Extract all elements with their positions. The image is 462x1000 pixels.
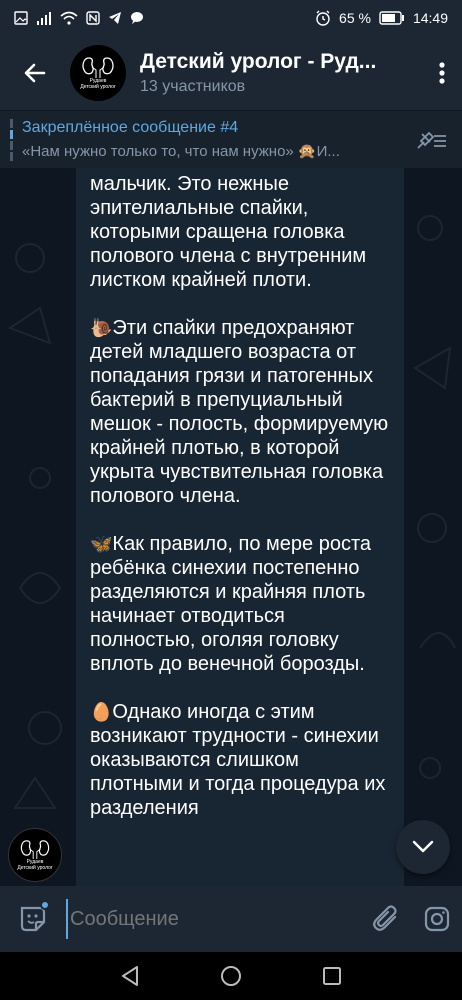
arrow-left-icon — [24, 63, 46, 83]
back-button[interactable] — [0, 36, 70, 110]
member-count: 13 участников — [140, 78, 246, 95]
pinned-title: Закреплённое сообщение #4 — [22, 119, 239, 136]
paperclip-icon — [373, 905, 397, 931]
sender-avatar[interactable]: Рудаев Детский уролог — [8, 828, 62, 882]
battery-icon — [379, 11, 405, 25]
message-input[interactable] — [66, 899, 362, 939]
message-paragraph: 🦋Как правило, по мере роста ребёнка сине… — [90, 533, 371, 675]
egg-emoji: 🥚 — [90, 702, 113, 722]
camera-button[interactable] — [412, 886, 462, 952]
message-paragraph: мальчик. Это нежные эпителиальные спайки… — [90, 173, 367, 291]
instagram-camera-icon — [424, 906, 450, 932]
message-bubble[interactable]: мальчик. Это нежные эпителиальные спайки… — [76, 168, 404, 886]
square-recents-icon — [322, 967, 341, 985]
chat-header: Рудаев Детский уролог Детский уролог - Р… — [0, 36, 462, 110]
pinned-list-button[interactable] — [414, 125, 448, 155]
pinned-indicator — [10, 119, 13, 161]
chat-title-area[interactable]: Детский уролог - Руд... 13 участников — [140, 50, 422, 96]
message-notification-icon — [130, 11, 144, 25]
nav-back-button[interactable] — [110, 956, 150, 996]
nfc-icon — [86, 11, 100, 25]
chat-history[interactable]: мальчик. Это нежные эпителиальные спайки… — [0, 168, 462, 886]
sender-avatar-caption-2: Детский уролог — [17, 865, 53, 871]
status-bar: 65 % 14:49 — [0, 0, 462, 36]
nav-recents-button[interactable] — [312, 956, 352, 996]
pin-list-icon — [417, 131, 446, 149]
system-navigation-bar — [0, 952, 462, 1000]
pinned-message-bar[interactable]: Закреплённое сообщение #4 «Нам нужно тол… — [0, 110, 462, 168]
pinned-text: «Нам нужно только то, что нам нужно» 🙊И.… — [22, 143, 340, 160]
circle-home-icon — [220, 966, 241, 986]
message-composer — [0, 886, 462, 952]
avatar-caption-2: Детский уролог — [80, 84, 116, 90]
attach-button[interactable] — [362, 886, 412, 952]
battery-percent: 65 % — [339, 10, 371, 26]
more-vertical-icon — [439, 62, 445, 84]
kidneys-logo-icon — [20, 840, 50, 859]
telegram-notification-icon — [108, 11, 122, 25]
butterfly-emoji: 🦋 — [90, 534, 113, 554]
chat-avatar[interactable]: Рудаев Детский уролог — [70, 45, 126, 101]
wifi-icon — [60, 11, 78, 25]
message-paragraph: 🐌Эти спайки предохраняют детей младшего … — [90, 317, 389, 507]
alarm-icon — [315, 10, 331, 26]
message-paragraph: 🥚Однако иногда с этим возникают трудност… — [90, 701, 386, 819]
kidneys-logo-icon — [82, 57, 114, 78]
new-stickers-dot — [40, 900, 50, 910]
triangle-back-icon — [122, 966, 139, 986]
sticker-button[interactable] — [0, 886, 66, 952]
scroll-to-bottom-button[interactable] — [396, 820, 450, 874]
image-notification-icon — [14, 11, 28, 25]
chat-title: Детский уролог - Руд... — [140, 50, 377, 73]
signal-icon — [36, 11, 52, 25]
clock: 14:49 — [412, 10, 448, 26]
chevron-down-icon — [412, 840, 434, 853]
nav-home-button[interactable] — [211, 956, 251, 996]
snail-emoji: 🐌 — [90, 318, 113, 338]
more-menu-button[interactable] — [422, 36, 462, 110]
